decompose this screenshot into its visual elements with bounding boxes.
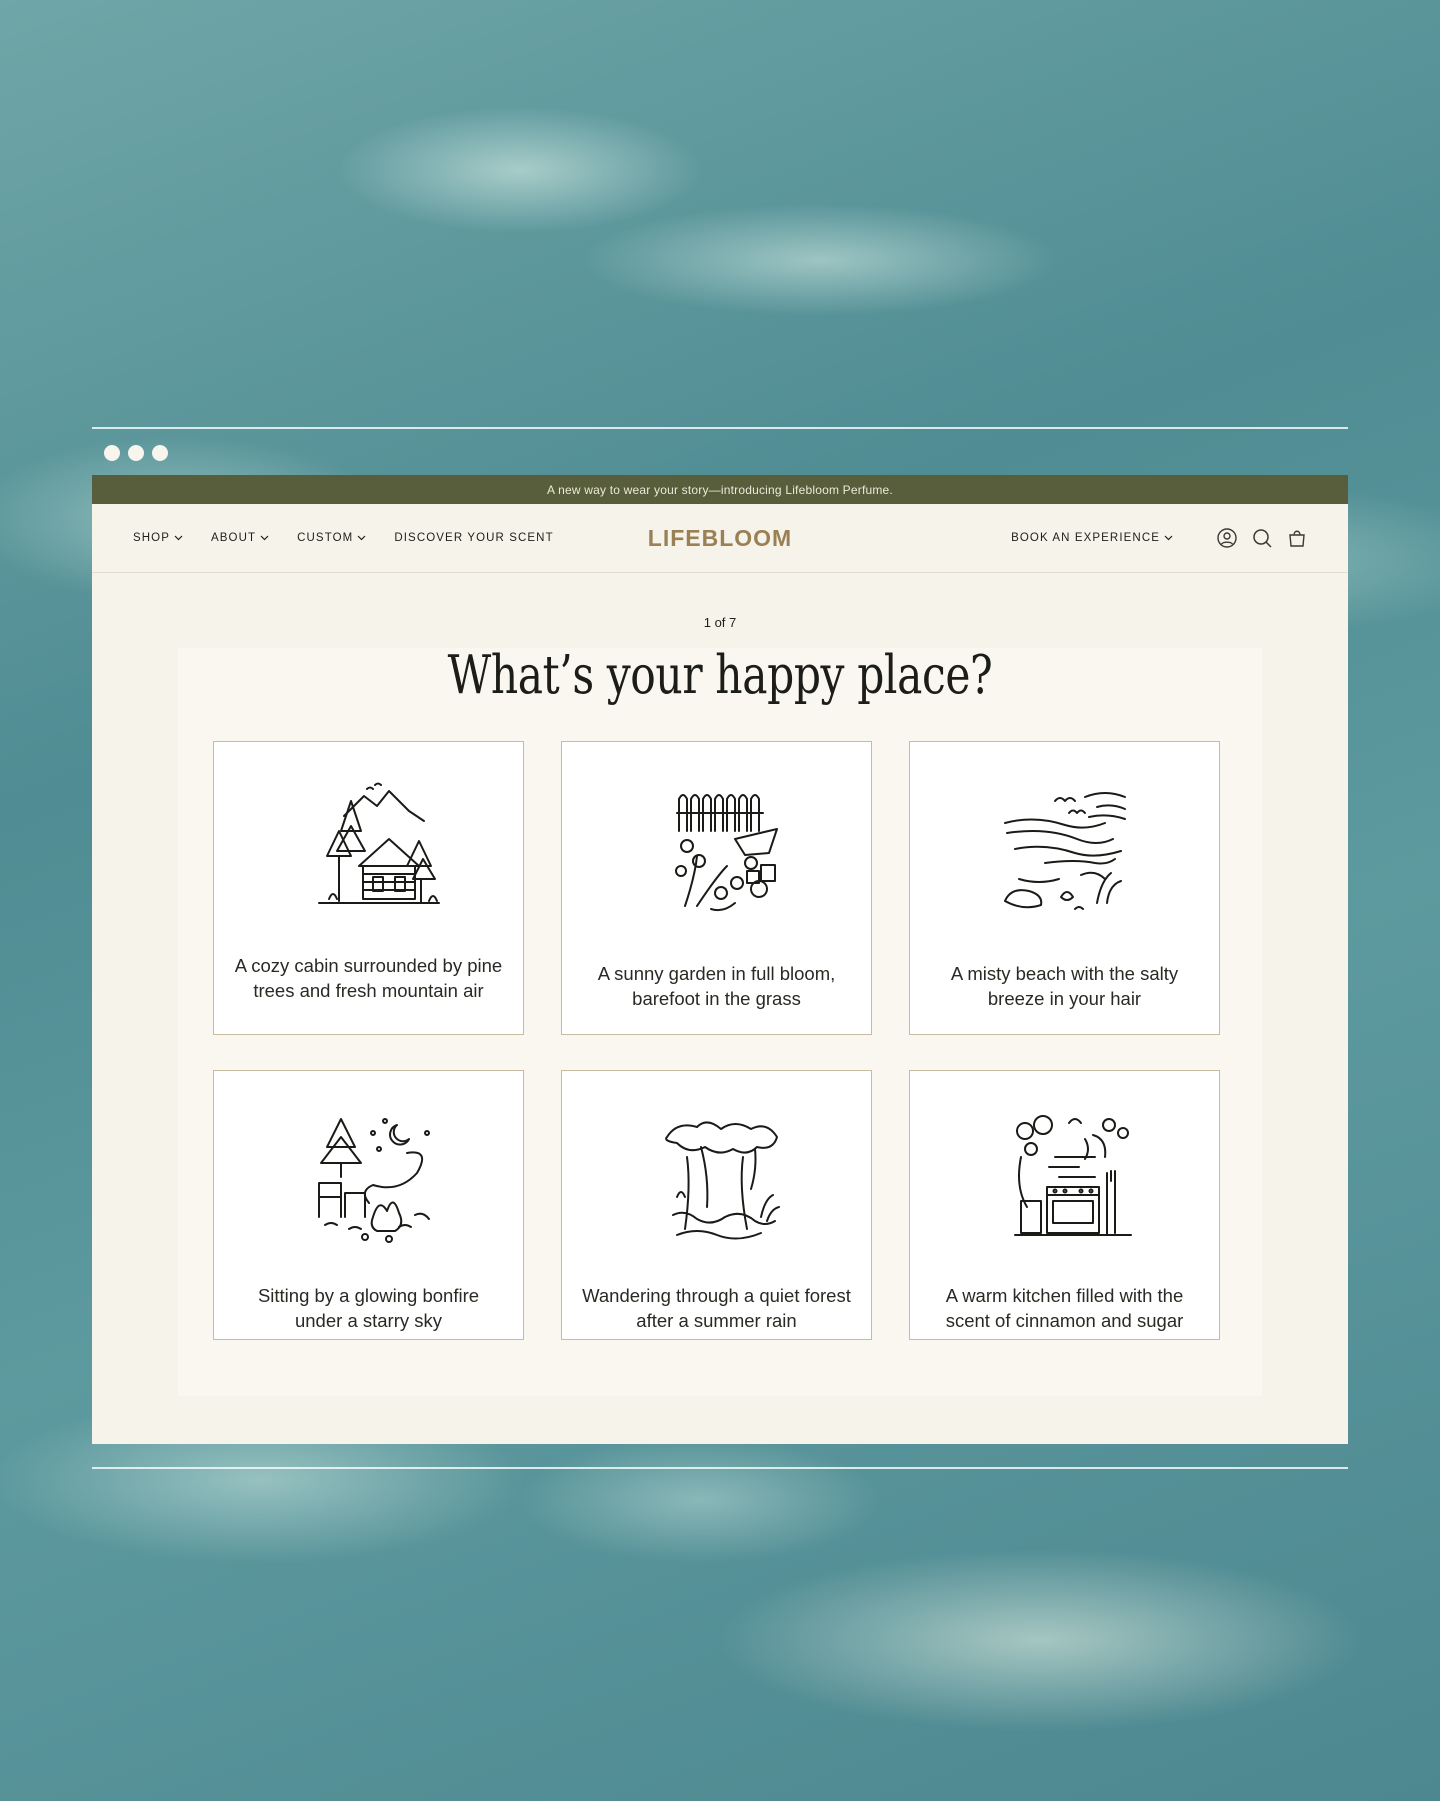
- book-experience-button[interactable]: BOOK AN EXPERIENCE: [1011, 532, 1173, 544]
- window-dot: [104, 445, 120, 461]
- header-actions: BOOK AN EXPERIENCE: [1011, 504, 1308, 572]
- option-label: Sitting by a glowing bonfire under a sta…: [257, 1285, 480, 1331]
- option-label: Wandering through a quiet forest after a…: [582, 1285, 851, 1331]
- search-icon: [1253, 529, 1272, 548]
- option-label: A misty beach with the salty breeze in y…: [950, 963, 1179, 1009]
- option-label: A cozy cabin surrounded by pine trees an…: [234, 955, 503, 1001]
- cabin-illustration-icon: [317, 782, 440, 904]
- nav-item-label: DISCOVER YOUR SCENT: [394, 532, 554, 544]
- nav-item-label: ABOUT: [211, 532, 257, 544]
- search-button[interactable]: [1251, 527, 1273, 549]
- chevron-down-icon: [260, 535, 269, 541]
- option-card-bonfire[interactable]: Sitting by a glowing bonfire under a sta…: [213, 1070, 524, 1340]
- frame-top-line: [92, 427, 1348, 429]
- announcement-text: A new way to wear your story—introducing…: [547, 482, 893, 497]
- kitchen-illustration-icon: [1013, 1115, 1132, 1236]
- chevron-down-icon: [174, 535, 183, 541]
- forest-illustration-icon: [664, 1121, 780, 1240]
- option-label: A sunny garden in full bloom, barefoot i…: [597, 963, 836, 1009]
- book-experience-label: BOOK AN EXPERIENCE: [1011, 532, 1160, 544]
- chevron-down-icon: [1164, 535, 1173, 541]
- option-card-forest[interactable]: Wandering through a quiet forest after a…: [561, 1070, 872, 1340]
- main-nav: SHOP ABOUT CUSTOM DISCOVER YOUR SCENT: [133, 504, 554, 572]
- nav-item-shop[interactable]: SHOP: [133, 532, 183, 544]
- frame-bottom-line: [92, 1467, 1348, 1469]
- window-dot: [128, 445, 144, 461]
- account-icon: [1217, 528, 1237, 548]
- option-card-garden[interactable]: A sunny garden in full bloom, barefoot i…: [561, 741, 872, 1035]
- nav-item-discover-your-scent[interactable]: DISCOVER YOUR SCENT: [394, 532, 553, 544]
- site-header: SHOP ABOUT CUSTOM DISCOVER YOUR SCENT LI…: [92, 504, 1348, 573]
- option-card-kitchen[interactable]: A warm kitchen filled with the scent of …: [909, 1070, 1220, 1340]
- beach-illustration-icon: [1003, 792, 1126, 910]
- question-heading: What’s your happy place?: [447, 645, 993, 706]
- nav-item-about[interactable]: ABOUT: [211, 532, 269, 544]
- window-controls: [104, 445, 168, 461]
- chevron-down-icon: [357, 535, 366, 541]
- window-dot: [152, 445, 168, 461]
- nav-item-custom[interactable]: CUSTOM: [297, 532, 366, 544]
- garden-illustration-icon: [674, 794, 778, 912]
- option-label: A warm kitchen filled with the scent of …: [945, 1285, 1184, 1331]
- nav-item-label: SHOP: [133, 532, 170, 544]
- cart-button[interactable]: [1286, 527, 1308, 549]
- browser-window: A new way to wear your story—introducing…: [92, 475, 1348, 1444]
- cart-icon: [1289, 530, 1305, 547]
- question-counter: 1 of 7: [703, 615, 737, 630]
- option-card-cabin[interactable]: A cozy cabin surrounded by pine trees an…: [213, 741, 524, 1035]
- option-card-beach[interactable]: A misty beach with the salty breeze in y…: [909, 741, 1220, 1035]
- announcement-bar: A new way to wear your story—introducing…: [92, 475, 1348, 504]
- bonfire-illustration-icon: [317, 1118, 430, 1243]
- nav-item-label: CUSTOM: [297, 532, 354, 544]
- account-button[interactable]: [1216, 527, 1238, 549]
